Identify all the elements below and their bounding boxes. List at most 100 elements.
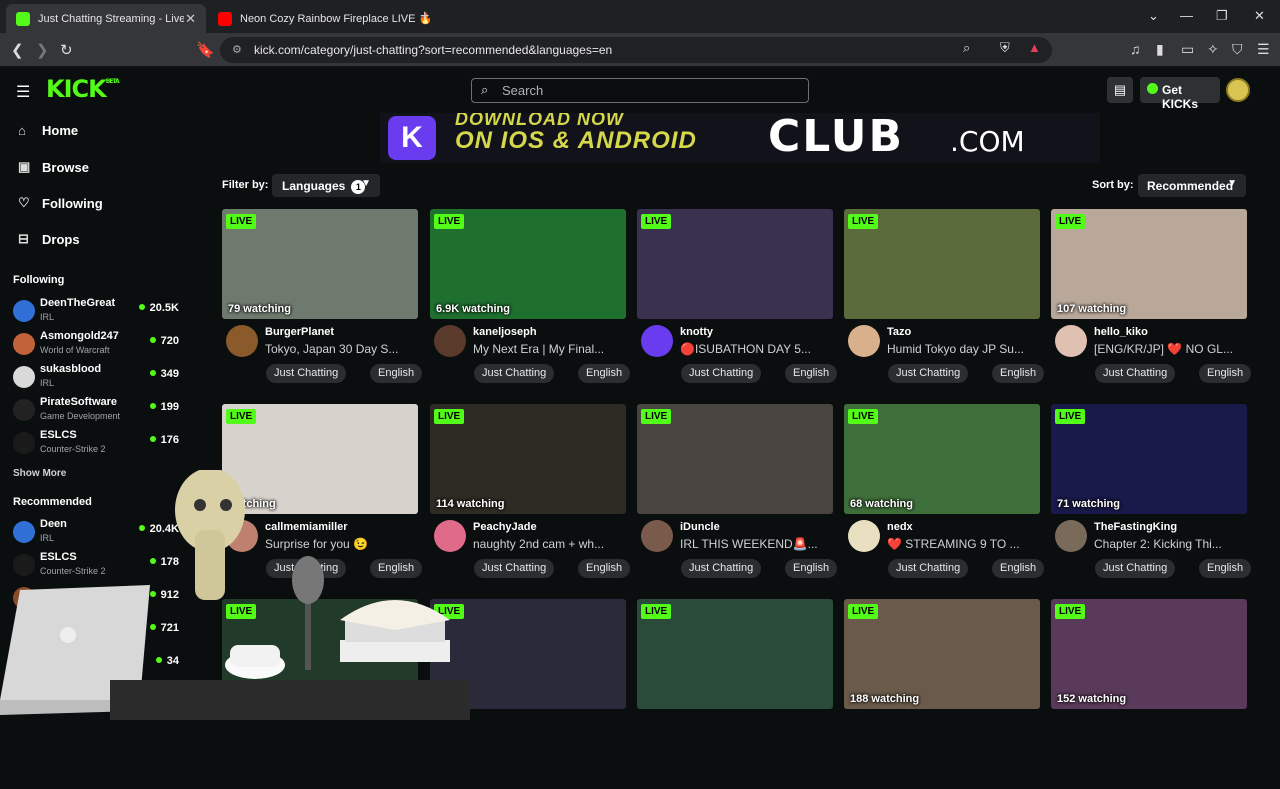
zoom-icon[interactable]: ⌕ bbox=[963, 40, 970, 56]
stream-title[interactable]: [ENG/KR/JP] ❤️ NO GL... bbox=[1094, 342, 1247, 356]
stream-thumbnail[interactable]: LIVE 188 watching bbox=[844, 599, 1040, 709]
stream-card[interactable]: LIVE 188 watching bbox=[844, 599, 1040, 789]
stream-card[interactable]: LIVE 71 watching TheFastingKing Chapter 2: … bbox=[1051, 404, 1252, 594]
stream-thumbnail[interactable]: LIVE 79 watching bbox=[222, 209, 418, 319]
get-kicks-button[interactable]: Get KICKs bbox=[1140, 77, 1220, 111]
hamburger-menu-icon[interactable]: ☰ bbox=[16, 82, 30, 102]
tag-english[interactable]: English bbox=[992, 364, 1045, 383]
tag-just-chatting[interactable]: Just Chatting bbox=[474, 364, 555, 383]
streamer-avatar[interactable] bbox=[434, 325, 466, 357]
sidebar-channel-item[interactable]: 34 bbox=[13, 650, 183, 680]
sidebar-channel-deenthegreat[interactable]: DeenTheGreat IRL 20.5K bbox=[13, 297, 183, 327]
forward-icon[interactable]: ❯ bbox=[36, 41, 49, 59]
stream-title[interactable]: Tokyo, Japan 30 Day S... bbox=[265, 342, 418, 356]
stream-thumbnail[interactable]: LIVE 107 watching bbox=[1051, 209, 1247, 319]
streamer-avatar[interactable] bbox=[226, 325, 258, 357]
stream-title[interactable]: Humid Tokyo day JP Su... bbox=[887, 342, 1040, 356]
browser-tab[interactable]: Neon Cozy Rainbow Fireplace LIVE 🔥 bbox=[208, 4, 432, 33]
browser-menu-icon[interactable]: ☰ bbox=[1257, 41, 1270, 58]
media-icon[interactable]: ♫ bbox=[1130, 41, 1141, 57]
stream-title[interactable]: IRL THIS WEEKEND🚨... bbox=[680, 537, 833, 551]
kick-logo[interactable]: KICKBETA bbox=[46, 75, 120, 103]
stream-thumbnail[interactable]: LIVE 114 watching bbox=[430, 404, 626, 514]
streamer-avatar[interactable] bbox=[641, 325, 673, 357]
streamer-name[interactable]: TheFastingKing bbox=[1094, 521, 1177, 533]
sidebar-channel-eslcs[interactable]: ESLCS Counter-Strike 2 178 bbox=[13, 551, 183, 581]
sort-dropdown[interactable]: Recommended ▼ bbox=[1138, 174, 1246, 197]
tag-just-chatting[interactable]: Just Chatting bbox=[681, 364, 762, 383]
tab-list-chevron-icon[interactable]: ⌄ bbox=[1148, 8, 1159, 24]
streamer-name[interactable]: Tazo bbox=[887, 326, 911, 338]
streamer-name[interactable]: PeachyJade bbox=[473, 521, 537, 533]
stream-card[interactable]: LIVE 6.9K watching kaneljoseph My Next Era … bbox=[430, 209, 631, 399]
reload-icon[interactable]: ↻ bbox=[60, 41, 73, 59]
sidebar-channel-item[interactable]: 912 bbox=[13, 584, 183, 614]
sidebar-icon[interactable]: ▮ bbox=[1156, 41, 1164, 58]
streamer-avatar[interactable] bbox=[1055, 325, 1087, 357]
search-input[interactable]: ⌕ Search bbox=[471, 78, 809, 103]
stream-thumbnail[interactable]: LIVE 71 watching bbox=[1051, 404, 1247, 514]
new-tab-icon[interactable]: + bbox=[420, 8, 429, 26]
streamer-avatar[interactable] bbox=[434, 520, 466, 552]
stream-thumbnail[interactable]: LIVE watching bbox=[222, 404, 418, 514]
stream-thumbnail[interactable]: LIVE bbox=[430, 599, 626, 709]
stream-card[interactable]: LIVE 79 watching BurgerPlanet Tokyo, Japan … bbox=[222, 209, 423, 399]
stream-title[interactable]: naughty 2nd cam + wh... bbox=[473, 537, 626, 551]
streamer-name[interactable]: kaneljoseph bbox=[473, 326, 537, 338]
sidebar-item-home[interactable]: ⌂ Home bbox=[18, 123, 78, 138]
languages-filter-button[interactable]: Languages 1 ▼ bbox=[272, 174, 380, 197]
stream-card[interactable]: LIVE bbox=[637, 599, 833, 789]
shield-icon[interactable]: ⛨ bbox=[1000, 40, 1010, 56]
minimize-icon[interactable]: — bbox=[1180, 8, 1193, 23]
sidebar-item-drops[interactable]: ⊟ Drops bbox=[18, 231, 80, 247]
site-info-icon[interactable]: ⚙ bbox=[232, 43, 242, 56]
stream-title[interactable]: Chapter 2: Kicking Thi... bbox=[1094, 537, 1247, 551]
vpn-icon[interactable]: ⛉ bbox=[1232, 41, 1243, 58]
tag-english[interactable]: English bbox=[1199, 364, 1252, 383]
promo-banner[interactable]: K DOWNLOAD NOW ON IOS & ANDROID CLUB .CO… bbox=[380, 113, 1100, 163]
stream-card[interactable]: LIVE knotty 🔴ISUBATHON DAY 5... Just Chatti… bbox=[637, 209, 838, 399]
tag-english[interactable]: English bbox=[370, 364, 423, 383]
streamer-name[interactable]: callmemiamiller bbox=[265, 521, 348, 533]
sidebar-channel-deen[interactable]: Deen IRL 20.4K bbox=[13, 518, 183, 548]
stream-title[interactable]: 🔴ISUBATHON DAY 5... bbox=[680, 342, 833, 356]
tag-just-chatting[interactable]: Just Chatting bbox=[266, 559, 347, 578]
leo-icon[interactable]: ✧ bbox=[1207, 41, 1219, 58]
tag-english[interactable]: English bbox=[578, 364, 631, 383]
sidebar-channel-eslcs[interactable]: ESLCS Counter-Strike 2 176 bbox=[13, 429, 183, 459]
show-more-link[interactable]: Show More bbox=[13, 468, 66, 479]
bookmark-icon[interactable]: 🔖 bbox=[196, 41, 215, 59]
stream-thumbnail[interactable]: LIVE bbox=[637, 404, 833, 514]
stream-title[interactable]: ❤️ STREAMING 9 TO ... bbox=[887, 537, 1040, 551]
streamer-avatar[interactable] bbox=[848, 520, 880, 552]
stream-card[interactable]: LIVE bbox=[430, 599, 626, 789]
tag-english[interactable]: English bbox=[578, 559, 631, 578]
stream-title[interactable]: Surprise for you 😉 bbox=[265, 537, 418, 551]
restore-icon[interactable]: ❐ bbox=[1216, 8, 1228, 24]
streamer-name[interactable]: BurgerPlanet bbox=[265, 326, 334, 338]
stream-card[interactable]: LIVE iDuncle IRL THIS WEEKEND🚨... Just Chat… bbox=[637, 404, 838, 594]
stream-card[interactable]: LIVE 114 watching PeachyJade naughty 2nd ca… bbox=[430, 404, 631, 594]
streamer-name[interactable]: knotty bbox=[680, 326, 713, 338]
stream-card[interactable]: LIVE 68 watching nedx ❤️ STREAMING 9 TO ...… bbox=[844, 404, 1045, 594]
stream-card[interactable]: LIVE bbox=[222, 599, 418, 789]
stream-card[interactable]: LIVE 152 watching bbox=[1051, 599, 1247, 789]
sidebar-channel-sukasblood[interactable]: sukasblood IRL 349 bbox=[13, 363, 183, 393]
browse-layout-button[interactable]: ▤ bbox=[1107, 77, 1133, 103]
stream-card[interactable]: LIVE 107 watching hello_kiko [ENG/KR/JP] ❤️… bbox=[1051, 209, 1252, 399]
tag-just-chatting[interactable]: Just Chatting bbox=[1095, 559, 1176, 578]
window-close-icon[interactable]: ✕ bbox=[1254, 8, 1265, 24]
rewards-icon[interactable]: ▲ bbox=[1028, 40, 1041, 55]
back-icon[interactable]: ❮ bbox=[11, 41, 24, 59]
stream-thumbnail[interactable]: LIVE 6.9K watching bbox=[430, 209, 626, 319]
tag-just-chatting[interactable]: Just Chatting bbox=[681, 559, 762, 578]
sidebar-channel-item[interactable]: 721 bbox=[13, 617, 183, 647]
tag-english[interactable]: English bbox=[992, 559, 1045, 578]
tag-just-chatting[interactable]: Just Chatting bbox=[888, 364, 969, 383]
stream-card[interactable]: LIVE watching callmemiamiller Surprise for … bbox=[222, 404, 423, 594]
streamer-name[interactable]: iDuncle bbox=[680, 521, 720, 533]
tag-just-chatting[interactable]: Just Chatting bbox=[266, 364, 347, 383]
tag-just-chatting[interactable]: Just Chatting bbox=[474, 559, 555, 578]
sidebar-channel-piratesoftware[interactable]: PirateSoftware Game Development 199 bbox=[13, 396, 183, 426]
streamer-avatar[interactable] bbox=[1055, 520, 1087, 552]
